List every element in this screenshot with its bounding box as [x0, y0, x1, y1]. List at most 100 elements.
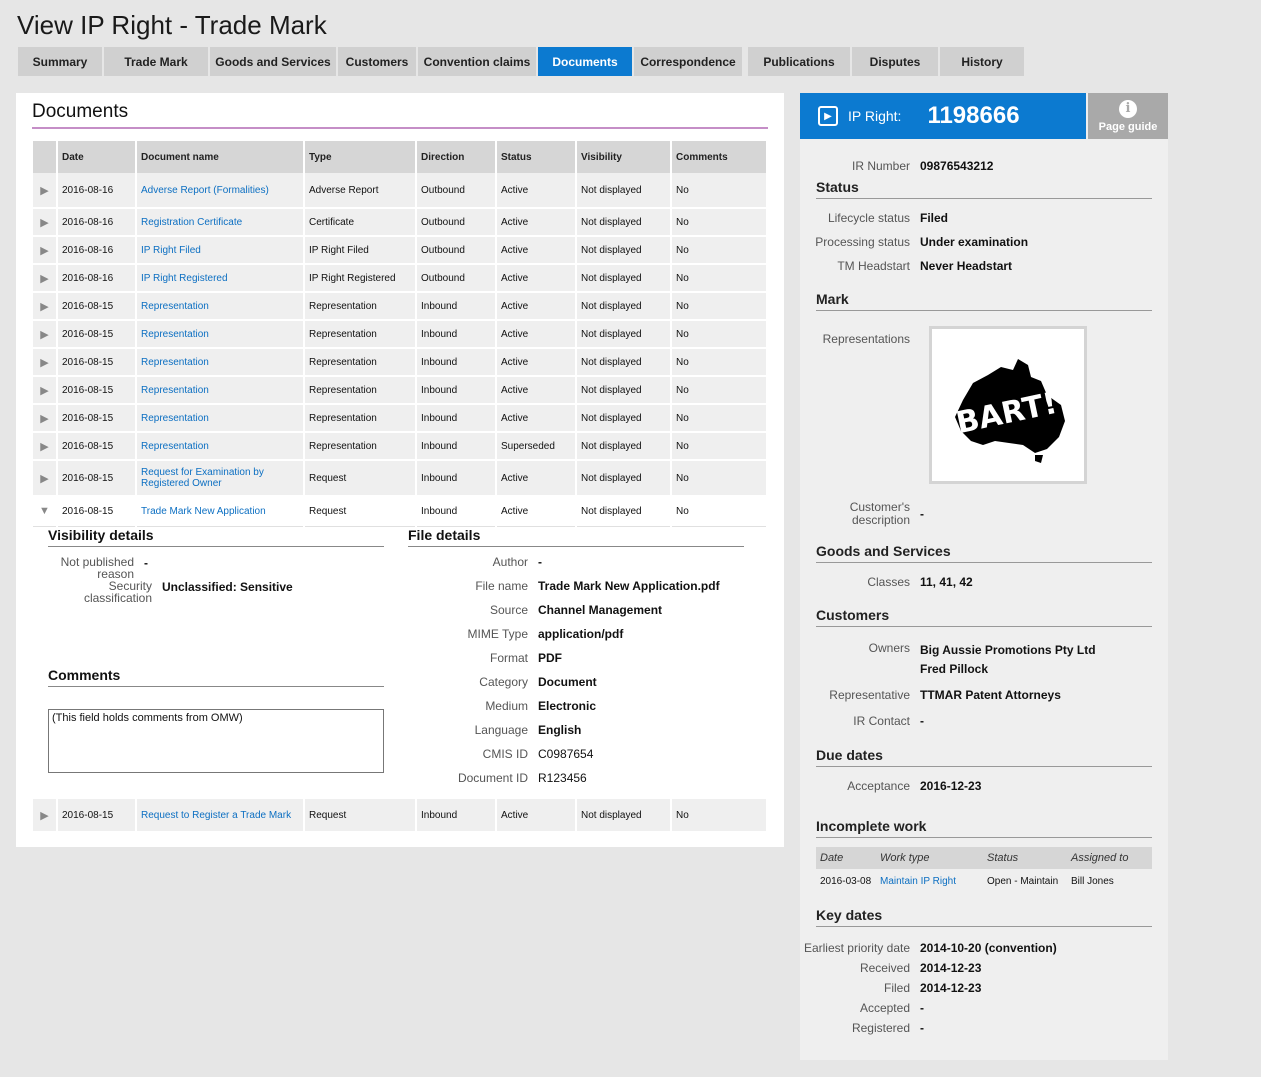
- document-link[interactable]: Registration Certificate: [141, 217, 242, 228]
- file-detail-label: Author: [492, 555, 528, 569]
- document-link[interactable]: Request for Examination by Registered Ow…: [141, 467, 264, 489]
- document-link[interactable]: Adverse Report (Formalities): [141, 185, 269, 196]
- column-header-comments[interactable]: Comments: [671, 141, 768, 173]
- tab-correspondence[interactable]: Correspondence: [634, 47, 742, 76]
- document-link[interactable]: Request to Register a Trade Mark: [141, 810, 291, 821]
- row-comments: No: [671, 173, 768, 209]
- document-link[interactable]: Representation: [141, 357, 209, 368]
- mark-representation-image[interactable]: BART!: [929, 326, 1087, 484]
- comments-heading: Comments: [48, 667, 384, 687]
- column-header-date[interactable]: Date: [57, 141, 137, 173]
- column-header-type[interactable]: Type: [304, 141, 417, 173]
- tab-summary[interactable]: Summary: [18, 47, 102, 76]
- expand-row-icon[interactable]: ▶: [33, 376, 58, 405]
- acceptance-label: Acceptance: [847, 779, 910, 793]
- file-detail-value: English: [538, 723, 582, 737]
- table-row[interactable]: ▶ 2016-08-15 Representation Representation I…: [33, 404, 768, 433]
- security-classification: Security classification Unclassified: Se…: [48, 580, 293, 604]
- column-header-document-name[interactable]: Document name: [136, 141, 305, 173]
- table-row[interactable]: ▶ 2016-08-16 IP Right Filed IP Right Filed O…: [33, 236, 768, 265]
- tab-goods-and-services[interactable]: Goods and Services: [210, 47, 336, 76]
- key-date-label: Accepted: [859, 1001, 910, 1015]
- file-detail-item: Author -: [408, 555, 542, 569]
- document-link[interactable]: Trade Mark New Application: [141, 506, 266, 517]
- file-detail-value: Electronic: [538, 699, 597, 713]
- document-link[interactable]: Representation: [141, 329, 209, 340]
- status-heading: Status: [816, 179, 1152, 199]
- tab-trade-mark[interactable]: Trade Mark: [104, 47, 208, 76]
- column-header-direction[interactable]: Direction: [416, 141, 497, 173]
- customer-description-value: -: [920, 507, 924, 521]
- expand-row-icon[interactable]: ▶: [33, 264, 58, 293]
- tab-disputes[interactable]: Disputes: [852, 47, 938, 76]
- expand-row-icon[interactable]: ▶: [33, 348, 58, 377]
- document-link[interactable]: Representation: [141, 385, 209, 396]
- row-document-name: Request to Register a Trade Mark: [136, 799, 305, 833]
- incomplete-work-table: Date Work type Status Assigned to 2016-0…: [816, 847, 1152, 893]
- row-document-name: Registration Certificate: [136, 208, 305, 237]
- owner-2: Fred Pillock: [920, 662, 989, 676]
- document-link[interactable]: Representation: [141, 413, 209, 424]
- comments-textarea[interactable]: (This field holds comments from OMW): [48, 709, 384, 773]
- tab-history[interactable]: History: [940, 47, 1024, 76]
- table-row[interactable]: ▼ 2016-08-15 Trade Mark New Application Req…: [33, 496, 768, 527]
- file-detail-item: Format PDF: [408, 651, 562, 665]
- work-assigned: Bill Jones: [1071, 875, 1114, 887]
- work-type-link[interactable]: Maintain IP Right: [880, 876, 956, 887]
- document-link[interactable]: IP Right Registered: [141, 273, 228, 284]
- ip-right-sidebar: ▶ IP Right: 1198666 i Page guide IR Numb…: [800, 93, 1168, 1060]
- row-status: Active: [496, 404, 577, 433]
- table-row[interactable]: ▶ 2016-08-16 IP Right Registered IP Right R…: [33, 264, 768, 293]
- column-header-status[interactable]: Status: [496, 141, 577, 173]
- tab-documents[interactable]: Documents: [538, 47, 632, 76]
- row-comments: No: [671, 460, 768, 497]
- expand-row-icon[interactable]: ▶: [33, 432, 58, 461]
- tab-publications[interactable]: Publications: [748, 47, 850, 76]
- key-date-value: -: [920, 1021, 924, 1035]
- key-date-item: Registered -: [800, 1021, 924, 1035]
- table-row[interactable]: ▶ 2016-08-15 Representation Representation I…: [33, 292, 768, 321]
- key-date-value: -: [920, 1001, 924, 1015]
- expand-row-icon[interactable]: ▶: [33, 208, 58, 237]
- table-row[interactable]: ▶ 2016-08-15 Representation Representation I…: [33, 376, 768, 405]
- table-row[interactable]: ▶ 2016-08-15 Request to Register a Trade…: [33, 799, 768, 833]
- table-row[interactable]: ▶ 2016-08-16 Adverse Report (Formalities) A…: [33, 173, 768, 209]
- column-header-visibility[interactable]: Visibility: [576, 141, 672, 173]
- expand-row-icon[interactable]: ▶: [33, 292, 58, 321]
- lifecycle-status: Lifecycle status Filed: [800, 211, 948, 225]
- expand-row-icon[interactable]: ▶: [33, 460, 58, 497]
- document-link[interactable]: IP Right Filed: [141, 245, 201, 256]
- tab-convention-claims[interactable]: Convention claims: [418, 47, 536, 76]
- row-document-name: Representation: [136, 432, 305, 461]
- expand-row-icon[interactable]: ▶: [33, 173, 58, 209]
- ir-contact-label: IR Contact: [853, 714, 910, 728]
- expand-row-icon[interactable]: ▶: [33, 404, 58, 433]
- table-row[interactable]: ▶ 2016-08-15 Representation Representation I…: [33, 348, 768, 377]
- document-link[interactable]: Representation: [141, 441, 209, 452]
- document-link[interactable]: Representation: [141, 301, 209, 312]
- row-direction: Inbound: [416, 460, 497, 497]
- key-date-value: 2014-12-23: [920, 961, 982, 975]
- row-comments: No: [671, 348, 768, 377]
- expand-row-icon[interactable]: ▶: [33, 236, 58, 265]
- table-row[interactable]: ▶ 2016-08-15 Request for Examination by Re…: [33, 460, 768, 497]
- file-detail-item: CMIS ID C0987654: [408, 747, 594, 761]
- page-guide-button[interactable]: i Page guide: [1088, 93, 1168, 139]
- file-detail-label: Source: [489, 603, 528, 617]
- security-classification-label: Security classification: [83, 579, 152, 605]
- table-row[interactable]: ▶ 2016-08-15 Representation Representation I…: [33, 320, 768, 349]
- document-details: Visibility details Not published reason …: [32, 527, 768, 793]
- table-row[interactable]: ▶ 2016-08-15 Representation Representation I…: [33, 432, 768, 461]
- row-visibility: Not displayed: [576, 404, 672, 433]
- file-detail-value: Trade Mark New Application.pdf: [538, 579, 720, 593]
- row-document-name: Representation: [136, 292, 305, 321]
- row-document-name: Representation: [136, 348, 305, 377]
- expand-row-icon[interactable]: ▼: [33, 496, 58, 527]
- expand-row-icon[interactable]: ▶: [33, 320, 58, 349]
- tab-customers[interactable]: Customers: [338, 47, 416, 76]
- row-comments: No: [671, 320, 768, 349]
- expand-row-icon[interactable]: ▶: [33, 799, 58, 833]
- row-visibility: Not displayed: [576, 432, 672, 461]
- key-date-label: Registered: [851, 1021, 910, 1035]
- table-row[interactable]: ▶ 2016-08-16 Registration Certificate Certi…: [33, 208, 768, 237]
